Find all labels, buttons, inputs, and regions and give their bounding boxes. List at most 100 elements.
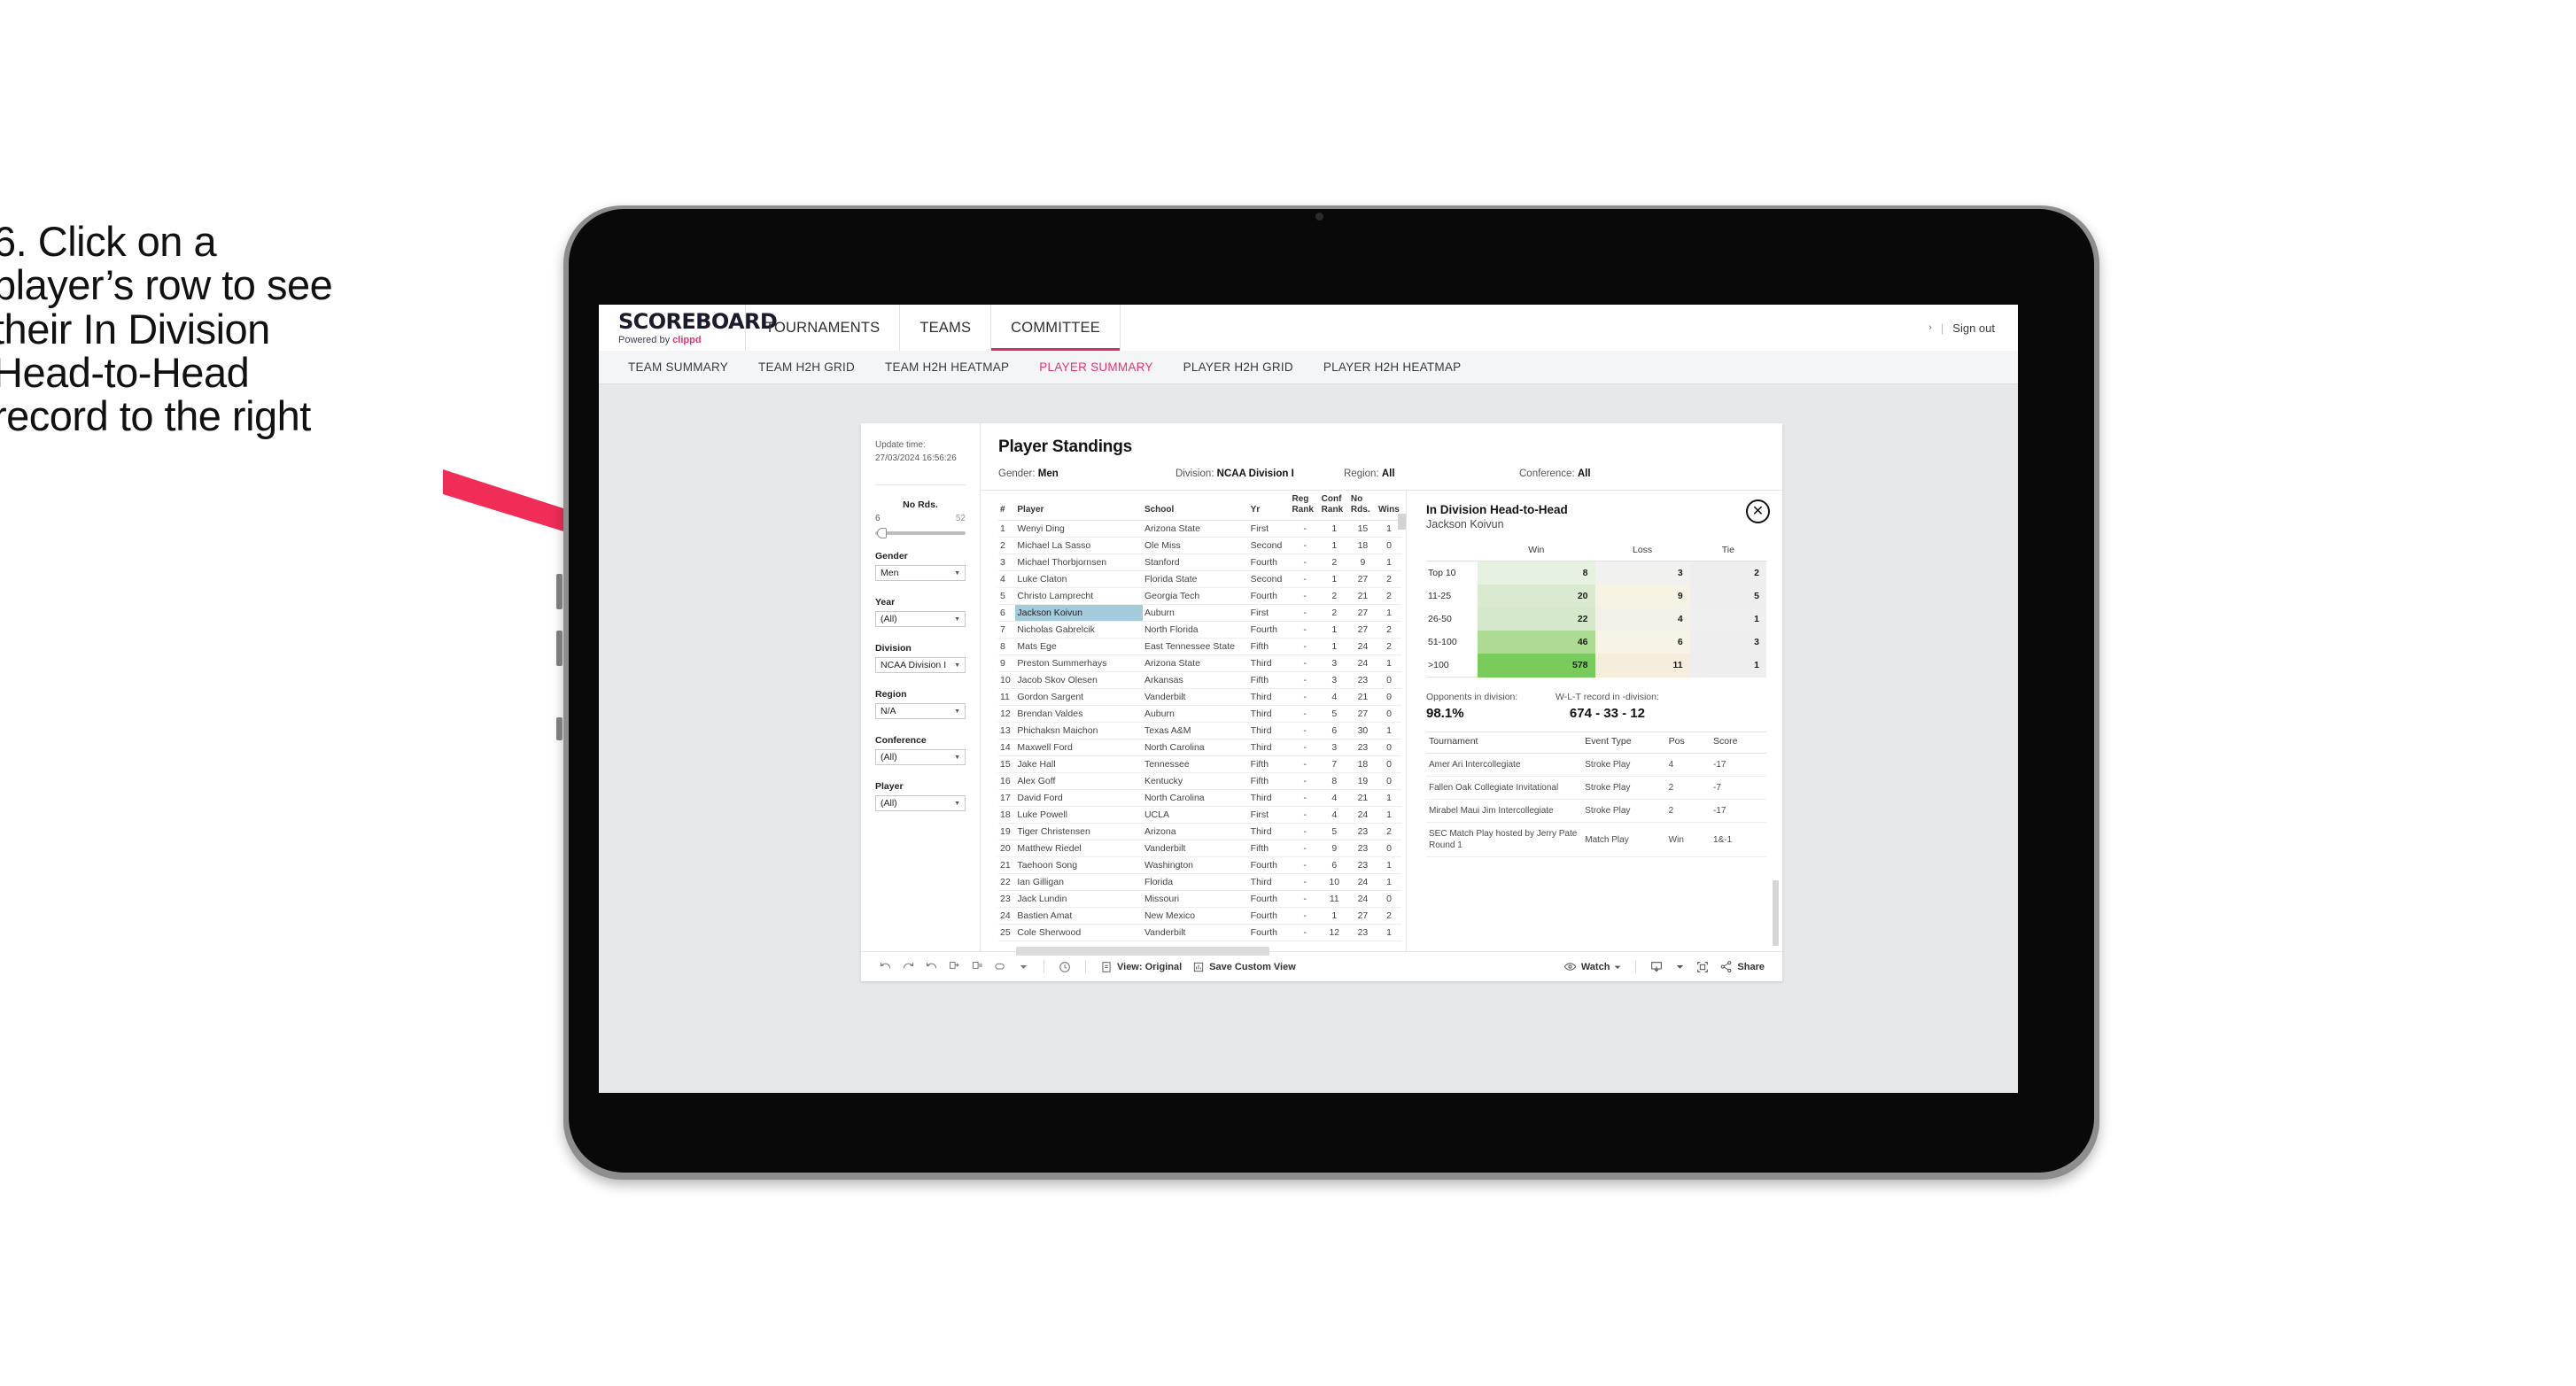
conference-select[interactable]: (All) ▼ xyxy=(875,749,966,765)
heatmap-cell[interactable]: 1 xyxy=(1689,654,1766,678)
heatmap-cell[interactable]: 4 xyxy=(1594,608,1690,631)
heatmap-cell[interactable]: 3 xyxy=(1594,561,1690,585)
table-row[interactable]: 23 Jack Lundin Missouri Fourth -11 24 0 xyxy=(998,890,1401,908)
close-icon[interactable]: ✕ xyxy=(1746,499,1770,523)
undo-icon[interactable] xyxy=(873,956,896,979)
col-player[interactable]: Player xyxy=(1015,491,1143,521)
table-row[interactable]: 9 Preston Summerhays Arizona State Third -3 2… xyxy=(998,654,1401,672)
oval-icon[interactable] xyxy=(989,956,1012,979)
table-row[interactable]: 21 Taehoon Song Washington Fourth -6 23 1 xyxy=(998,856,1401,874)
school-cell: Georgia Tech xyxy=(1142,587,1249,605)
power-button[interactable] xyxy=(556,717,563,740)
table-row[interactable]: 19 Tiger Christensen Arizona Third -5 23 2 xyxy=(998,823,1401,840)
table-row[interactable]: 5 Christo Lamprecht Georgia Tech Fourth -2 21… xyxy=(998,587,1401,605)
topnav-item-teams[interactable]: TEAMS xyxy=(900,305,992,351)
volume-down-button[interactable] xyxy=(556,631,563,666)
col-event-type[interactable]: Event Type xyxy=(1582,732,1666,754)
table-row[interactable]: 1 Wenyi Ding Arizona State First -1 15 1 xyxy=(998,520,1401,538)
col-school[interactable]: School xyxy=(1142,491,1249,521)
heatmap-cell[interactable]: 5 xyxy=(1689,585,1766,608)
revert-icon[interactable] xyxy=(919,956,943,979)
table-row[interactable]: 15 Jake Hall Tennessee Fifth -7 18 0 xyxy=(998,755,1401,773)
pause-icon[interactable] xyxy=(966,956,989,979)
tournament-scrollbar[interactable] xyxy=(1773,880,1779,946)
yr-cell: First xyxy=(1248,604,1291,622)
heatmap-cell[interactable]: 22 xyxy=(1478,608,1595,631)
caret-icon[interactable] xyxy=(1012,956,1035,979)
topnav-item-tournaments[interactable]: TOURNAMENTS xyxy=(746,305,901,351)
table-row[interactable]: 13 Phichaksn Maichon Texas A&M Third -6 30 1 xyxy=(998,722,1401,739)
heatmap-cell[interactable]: 6 xyxy=(1594,631,1690,654)
subnav-item-player-h2h-heatmap[interactable]: PLAYER H2H HEATMAP xyxy=(1308,360,1477,374)
table-row[interactable]: 6 Jackson Koivun Auburn First -2 27 1 xyxy=(998,604,1401,622)
chevron-right-icon[interactable]: › xyxy=(1928,322,1932,333)
table-row[interactable]: 17 David Ford North Carolina Third -4 21 1 xyxy=(998,789,1401,807)
refresh-icon[interactable] xyxy=(943,956,966,979)
view-original-button[interactable]: View: Original xyxy=(1095,961,1187,973)
table-row[interactable]: 8 Mats Ege East Tennessee State Fifth -1 24 2 xyxy=(998,638,1401,655)
save-custom-view-button[interactable]: Save Custom View xyxy=(1187,961,1301,973)
subnav-item-player-h2h-grid[interactable]: PLAYER H2H GRID xyxy=(1168,360,1308,374)
region-select[interactable]: N/A ▼ xyxy=(875,703,966,719)
slider-handle[interactable] xyxy=(877,528,887,538)
table-row[interactable]: Amer Ari Intercollegiate Stroke Play 4 -17 xyxy=(1426,753,1766,777)
table-row[interactable]: 7 Nicholas Gabrelcik North Florida Fourth -1… xyxy=(998,621,1401,639)
alert-icon[interactable] xyxy=(1053,956,1076,979)
subnav-item-team-h2h-heatmap[interactable]: TEAM H2H HEATMAP xyxy=(870,360,1024,374)
subnav-item-player-summary[interactable]: PLAYER SUMMARY xyxy=(1024,360,1168,374)
col-yr[interactable]: Yr xyxy=(1248,491,1291,521)
table-row[interactable]: 14 Maxwell Ford North Carolina Third -3 23 0 xyxy=(998,739,1401,756)
col-conf-rank[interactable]: Conf Rank xyxy=(1319,491,1349,521)
col-reg-rank[interactable]: Reg Rank xyxy=(1290,491,1320,521)
table-row[interactable]: 25 Cole Sherwood Vanderbilt Fourth -12 23 1 xyxy=(998,924,1401,941)
table-row[interactable]: 10 Jacob Skov Olesen Arkansas Fifth -3 23 0 xyxy=(998,671,1401,689)
redo-icon[interactable] xyxy=(896,956,919,979)
rank-cell: 9 xyxy=(998,654,1016,672)
subnav-item-team-summary[interactable]: TEAM SUMMARY xyxy=(613,360,743,374)
table-row[interactable]: Mirabel Maui Jim Intercollegiate Stroke P… xyxy=(1426,799,1766,823)
vertical-scrollbar[interactable] xyxy=(1398,514,1406,530)
gender-select[interactable]: Men ▼ xyxy=(875,565,966,581)
volume-up-button[interactable] xyxy=(556,574,563,609)
table-row[interactable]: Fallen Oak Collegiate Invitational Stroke… xyxy=(1426,776,1766,800)
player-select[interactable]: (All) ▼ xyxy=(875,795,966,811)
download-icon[interactable] xyxy=(1645,956,1668,979)
subnav-item-team-h2h-grid[interactable]: TEAM H2H GRID xyxy=(743,360,870,374)
table-row[interactable]: 11 Gordon Sargent Vanderbilt Third -4 21 0 xyxy=(998,688,1401,706)
table-row[interactable]: 22 Ian Gilligan Florida Third -10 24 1 xyxy=(998,873,1401,891)
col-rank[interactable]: # xyxy=(998,491,1016,521)
horizontal-scrollbar[interactable] xyxy=(1016,947,1269,956)
table-row[interactable]: 20 Matthew Riedel Vanderbilt Fifth -9 23 0 xyxy=(998,840,1401,857)
heatmap-cell[interactable]: 11 xyxy=(1594,654,1690,678)
watch-button[interactable]: Watch xyxy=(1558,960,1627,973)
col-no-rds[interactable]: No Rds. xyxy=(1348,491,1377,521)
table-row[interactable]: 16 Alex Goff Kentucky Fifth -8 19 0 xyxy=(998,772,1401,790)
heatmap-cell[interactable]: 3 xyxy=(1689,631,1766,654)
col-score[interactable]: Score xyxy=(1711,732,1766,754)
heatmap-cell[interactable]: 1 xyxy=(1689,608,1766,631)
heatmap-cell[interactable]: 578 xyxy=(1478,654,1595,678)
year-select[interactable]: (All) ▼ xyxy=(875,611,966,627)
fullscreen-icon[interactable] xyxy=(1691,956,1714,979)
sign-out-link[interactable]: Sign out xyxy=(1952,321,1995,335)
share-button[interactable]: Share xyxy=(1714,960,1770,973)
table-row[interactable]: 2 Michael La Sasso Ole Miss Second -1 18 0 xyxy=(998,537,1401,554)
topnav-item-committee[interactable]: COMMITTEE xyxy=(991,305,1121,351)
col-pos[interactable]: Pos xyxy=(1665,732,1711,754)
heatmap-cell[interactable]: 8 xyxy=(1478,561,1595,585)
table-row[interactable]: 3 Michael Thorbjornsen Stanford Fourth -2 9 1 xyxy=(998,554,1401,571)
heatmap-cell[interactable]: 20 xyxy=(1478,585,1595,608)
table-row[interactable]: 12 Brendan Valdes Auburn Third -5 27 0 xyxy=(998,705,1401,723)
caret-icon[interactable] xyxy=(1668,956,1691,979)
heatmap-cell[interactable]: 2 xyxy=(1689,561,1766,585)
no-rds-slider[interactable] xyxy=(875,528,966,538)
heatmap-cell[interactable]: 9 xyxy=(1594,585,1690,608)
heatmap-cell[interactable]: 46 xyxy=(1478,631,1595,654)
division-select[interactable]: NCAA Division I ▼ xyxy=(875,657,966,673)
table-row[interactable]: 4 Luke Claton Florida State Second -1 27 2 xyxy=(998,570,1401,588)
table-row[interactable]: SEC Match Play hosted by Jerry Pate Roun… xyxy=(1426,822,1766,857)
table-row[interactable]: 18 Luke Powell UCLA First -4 24 1 xyxy=(998,806,1401,824)
col-tournament[interactable]: Tournament xyxy=(1426,732,1583,754)
table-row[interactable]: 24 Bastien Amat New Mexico Fourth -1 27 2 xyxy=(998,907,1401,925)
brand-logo[interactable]: SCOREBOARD Powered by clippd xyxy=(599,305,778,351)
